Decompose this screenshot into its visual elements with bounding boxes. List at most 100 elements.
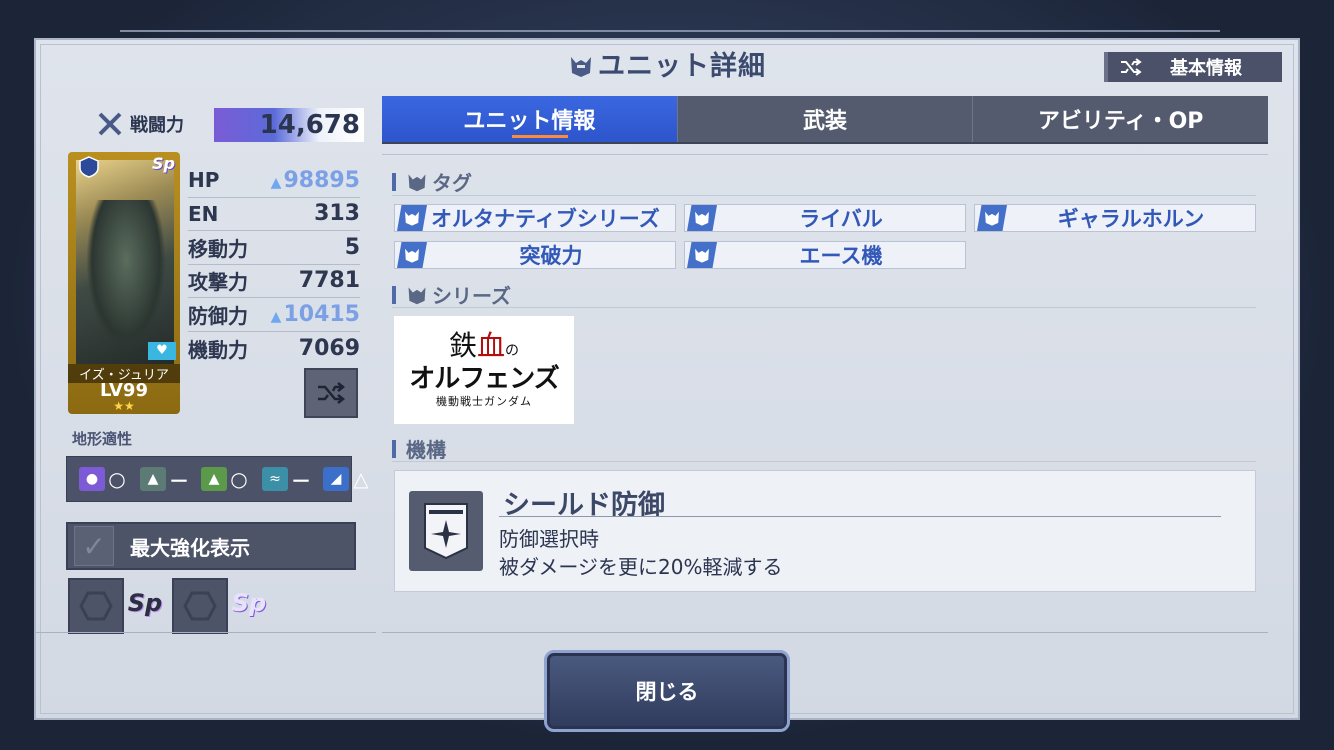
shield-icon (409, 491, 483, 571)
water-icon: ≈ (262, 467, 288, 491)
divider (392, 195, 1256, 196)
heart-icon: ♥ (148, 342, 176, 360)
ability-effect: 被ダメージを更に20%軽減する (499, 555, 783, 579)
stats-list: HP ▲98895 EN 313 移動力 5 攻撃力 7781 防御力 ▲104… (188, 164, 360, 365)
tag-item[interactable]: オルタナティブシリーズ (394, 204, 676, 232)
stat-row-hp: HP ▲98895 (188, 164, 360, 198)
space-icon: ● (79, 467, 105, 491)
section-label-text: 機構 (406, 438, 446, 462)
close-button[interactable]: 閉じる (544, 650, 790, 732)
mechanism-section-heading: 機構 (392, 434, 446, 463)
terrain-grade: ○ (108, 467, 126, 491)
max-enhance-toggle[interactable]: ✓ 最大強化表示 (66, 522, 356, 570)
stat-value: 313 (314, 201, 360, 227)
gundam-head-icon (687, 242, 717, 268)
stat-value: 10415 (283, 301, 360, 327)
stat-value: 5 (344, 234, 360, 260)
stat-label: 攻撃力 (188, 270, 248, 295)
switch-form-button[interactable] (304, 368, 358, 418)
divider (392, 461, 1256, 462)
stat-row-en: EN 313 (188, 198, 360, 231)
rarity-stars: ★★ (113, 399, 135, 413)
power-label-text: 戦闘力 (130, 115, 184, 136)
series-section-heading: シリーズ (392, 280, 511, 309)
terrain-grade: ○ (230, 467, 248, 491)
header-line (120, 30, 1220, 32)
tab-weapons[interactable]: 武装 (678, 96, 974, 142)
gundam-head-icon (687, 205, 717, 231)
mountain-icon: ▲ (201, 467, 227, 491)
hexagon-icon (183, 591, 217, 621)
stat-label: 防御力 (188, 303, 248, 328)
basic-info-label: 基本情報 (1170, 58, 1242, 79)
tag-label: オルタナティブシリーズ (431, 207, 660, 231)
stat-row-mobility: 機動力 7069 (188, 332, 360, 366)
terrain-label: 地形適性 (72, 430, 133, 448)
checkbox-icon[interactable]: ✓ (74, 526, 114, 566)
ability-card: シールド防御 防御選択時 被ダメージを更に20%軽減する (394, 470, 1256, 592)
terrain-grade: △ (353, 467, 369, 491)
series-logo-line2: オルフェンズ (409, 363, 559, 394)
unit-art (76, 160, 174, 364)
terrain-underground: ◢ △ (319, 464, 374, 494)
stat-label: 機動力 (188, 337, 248, 362)
tab-unit-info[interactable]: ユニット情報 (382, 96, 678, 142)
section-bar (392, 172, 396, 191)
stat-row-defense: 防御力 ▲10415 (188, 298, 360, 332)
divider (382, 632, 1268, 633)
sp-light-icon: Sp (231, 589, 267, 617)
tag-section-heading: タグ (392, 167, 472, 196)
section-bar (392, 285, 396, 304)
stat-label: EN (188, 201, 219, 226)
divider (499, 516, 1221, 517)
max-enhance-label: 最大強化表示 (130, 535, 250, 560)
series-logo: 鉄血の オルフェンズ 機動戦士ガンダム (394, 316, 574, 424)
terrain-grade: － (169, 468, 189, 493)
crossed-swords-icon (98, 112, 122, 136)
stat-value: 7069 (298, 335, 360, 361)
tag-item[interactable]: 突破力 (394, 241, 676, 269)
divider (382, 154, 1268, 155)
terrain-grade: － (291, 468, 311, 493)
terrain-space: ● ○ (75, 464, 130, 494)
stat-row-attack: 攻撃力 7781 (188, 265, 360, 298)
equip-slot-1[interactable] (68, 578, 124, 634)
terrain-mountain: ▲ ○ (197, 464, 252, 494)
tag-label: 突破力 (519, 244, 583, 268)
gundam-head-icon (571, 57, 591, 77)
underground-icon: ◢ (323, 467, 349, 491)
gundam-head-icon (408, 173, 426, 191)
tag-item[interactable]: ギャラルホルン (974, 204, 1256, 232)
equip-slot-2[interactable] (172, 578, 228, 634)
stat-value: 98895 (283, 167, 360, 193)
series-logo-line1: 鉄血の (448, 328, 519, 365)
section-bar (392, 439, 396, 458)
terrain-land: ▲ － (136, 464, 191, 494)
ability-condition: 防御選択時 (499, 527, 599, 551)
tag-item[interactable]: エース機 (684, 241, 966, 269)
logo-char: 鉄 (448, 328, 477, 362)
tag-label: ギャラルホルン (1057, 207, 1205, 231)
sp-badge: Sp (152, 154, 175, 173)
divider (392, 307, 1256, 308)
terrain-adaptation: ● ○ ▲ － ▲ ○ ≈ － ◢ △ (66, 456, 369, 502)
tag-item[interactable]: ライバル (684, 204, 966, 232)
land-icon: ▲ (140, 467, 166, 491)
sp-dark-icon: Sp (127, 589, 163, 617)
tag-label: エース機 (799, 244, 883, 268)
boost-arrow-icon: ▲ (270, 174, 282, 191)
section-label-text: シリーズ (432, 284, 511, 308)
stat-row-move: 移動力 5 (188, 231, 360, 265)
gundam-head-icon (397, 242, 427, 268)
stat-label: 移動力 (188, 236, 248, 261)
tab-ability-op[interactable]: アビリティ・OP (973, 96, 1268, 142)
shuffle-icon (1121, 58, 1142, 76)
logo-char: 血 (477, 328, 506, 362)
power-label: 戦闘力 (96, 110, 184, 138)
basic-info-button[interactable]: 基本情報 (1104, 52, 1282, 82)
tag-label: ライバル (799, 207, 883, 231)
tab-bar: ユニット情報 武装 アビリティ・OP (382, 96, 1268, 144)
stat-label: HP (188, 168, 220, 193)
gundam-head-icon (408, 286, 426, 304)
unit-card[interactable]: Sp ♥ イズ・ジュリア LV99 ★★ (68, 152, 180, 414)
